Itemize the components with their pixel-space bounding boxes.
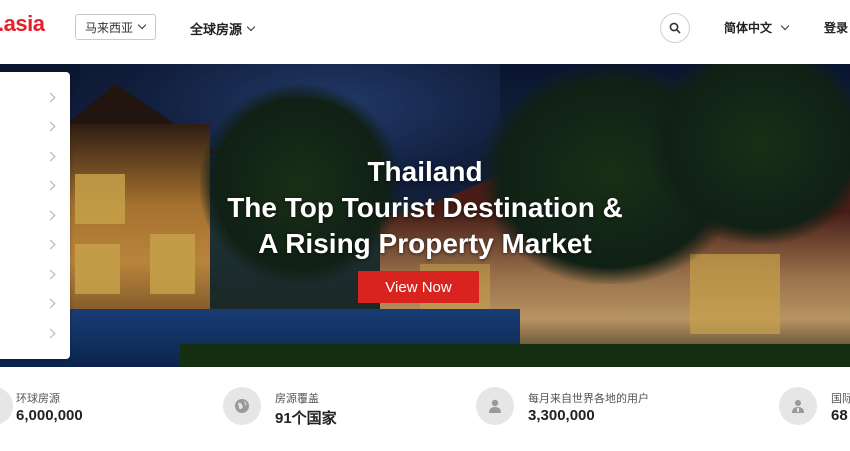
stat-users: 每月来自世界各地的用户 3,300,000 (476, 385, 676, 429)
chevron-down-icon (137, 20, 147, 30)
chevron-right-icon (45, 210, 56, 221)
hero-line-2: The Top Tourist Destination & (227, 192, 623, 223)
global-listings-menu[interactable]: 全球房源 (190, 19, 256, 38)
category-menu-item[interactable] (0, 113, 70, 142)
stat-coverage: 房源覆盖 91个国家 (223, 385, 363, 429)
chevron-right-icon (45, 151, 56, 162)
stat-label: 环球房源 (16, 393, 60, 405)
hero-headline: Thailand The Top Tourist Destination & A… (175, 154, 675, 262)
language-label: 简体中文 (724, 21, 773, 35)
language-selector[interactable]: 简体中文 (724, 19, 790, 36)
user-icon (476, 387, 514, 425)
stat-value: 91个国家 (275, 410, 337, 427)
category-menu-item[interactable] (0, 172, 70, 201)
stat-label: 每月来自世界各地的用户 (528, 393, 649, 405)
category-menu-item[interactable] (0, 290, 70, 319)
stat-value: 68 (831, 407, 848, 424)
stat-listings: 环球房源 6,000,000 (0, 385, 115, 429)
chevron-down-icon (780, 21, 790, 30)
country-selector[interactable]: 马来西亚 (75, 14, 156, 40)
category-menu-item[interactable] (0, 84, 70, 113)
stat-agents: 国际 68 (779, 385, 850, 429)
category-menu-item[interactable] (0, 261, 70, 290)
stat-label: 房源覆盖 (275, 393, 319, 405)
stat-value: 6,000,000 (16, 407, 83, 424)
chevron-right-icon (45, 180, 56, 191)
chevron-right-icon (45, 121, 56, 132)
home-icon (0, 387, 13, 425)
hero-banner[interactable]: Thailand The Top Tourist Destination & A… (0, 64, 850, 367)
site-header: .asia 马来西亚 全球房源 简体中文 登录 (0, 0, 850, 56)
hero-line-3: A Rising Property Market (258, 228, 592, 259)
site-logo[interactable]: .asia (0, 11, 45, 37)
chevron-right-icon (45, 92, 56, 103)
category-menu-item[interactable] (0, 202, 70, 231)
stat-label: 国际 (831, 393, 850, 405)
category-menu-item[interactable] (0, 320, 70, 349)
stat-value: 3,300,000 (528, 407, 595, 424)
global-listings-label: 全球房源 (190, 22, 243, 37)
chevron-right-icon (45, 239, 56, 250)
search-button[interactable] (660, 13, 690, 43)
search-icon (669, 22, 681, 34)
country-label: 马来西亚 (85, 20, 134, 35)
view-now-button[interactable]: View Now (358, 271, 479, 303)
agent-icon (779, 387, 817, 425)
category-menu-item[interactable] (0, 143, 70, 172)
login-link[interactable]: 登录 (824, 19, 848, 36)
hero-line-1: Thailand (367, 156, 483, 187)
category-menu (0, 72, 70, 359)
chevron-right-icon (45, 298, 56, 309)
chevron-right-icon (45, 328, 56, 339)
globe-icon (223, 387, 261, 425)
category-menu-item[interactable] (0, 231, 70, 260)
chevron-down-icon (246, 22, 256, 31)
chevron-right-icon (45, 269, 56, 280)
